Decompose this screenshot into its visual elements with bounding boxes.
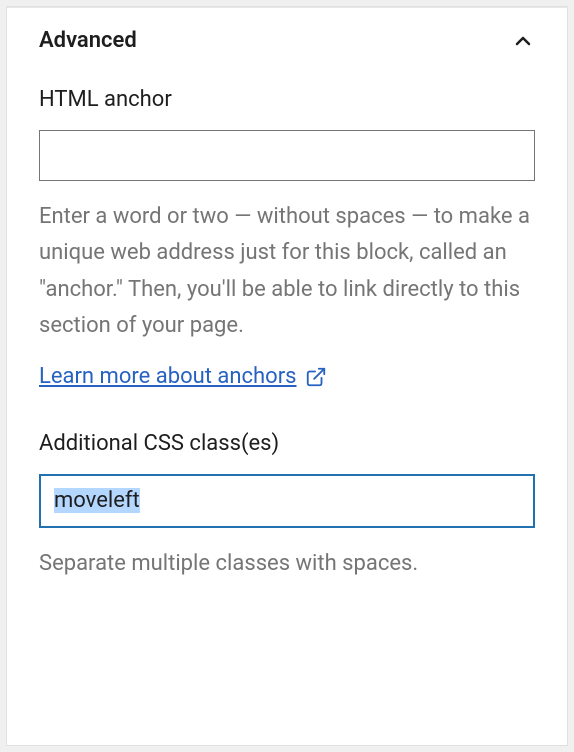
- html-anchor-help: Enter a word or two — without spaces — t…: [39, 199, 535, 344]
- css-classes-input[interactable]: moveleft: [39, 474, 535, 528]
- html-anchor-input[interactable]: [39, 130, 535, 181]
- external-link-icon: [305, 366, 327, 388]
- panel-body: HTML anchor Enter a word or two — withou…: [7, 73, 567, 612]
- html-anchor-label: HTML anchor: [39, 87, 535, 112]
- panel-toggle[interactable]: Advanced: [7, 7, 567, 73]
- panel-title: Advanced: [39, 28, 137, 53]
- html-anchor-field: HTML anchor Enter a word or two — withou…: [39, 87, 535, 389]
- link-text: Learn more about anchors: [39, 364, 297, 389]
- css-classes-label: Additional CSS class(es): [39, 431, 535, 456]
- learn-more-anchors-link[interactable]: Learn more about anchors: [39, 364, 327, 389]
- css-classes-help: Separate multiple classes with spaces.: [39, 546, 535, 582]
- css-classes-field: Additional CSS class(es) moveleft Separa…: [39, 431, 535, 582]
- chevron-up-icon: [511, 29, 535, 53]
- css-classes-value: moveleft: [54, 488, 140, 513]
- advanced-panel: Advanced HTML anchor Enter a word or two…: [6, 6, 568, 746]
